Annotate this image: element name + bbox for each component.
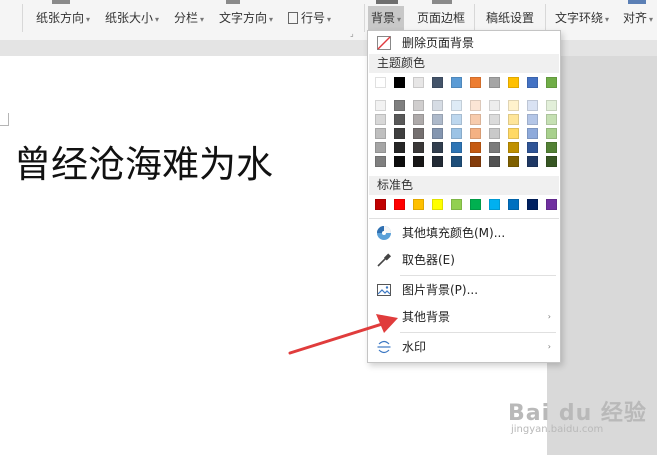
baidu-jingyan-watermark: Bai du 经验 [508,395,647,427]
watermark-brand-text: Bai du 经验 [508,401,647,426]
annotation-arrow [288,314,398,355]
watermark-url-text: jingyan.baidu.com [511,424,604,435]
